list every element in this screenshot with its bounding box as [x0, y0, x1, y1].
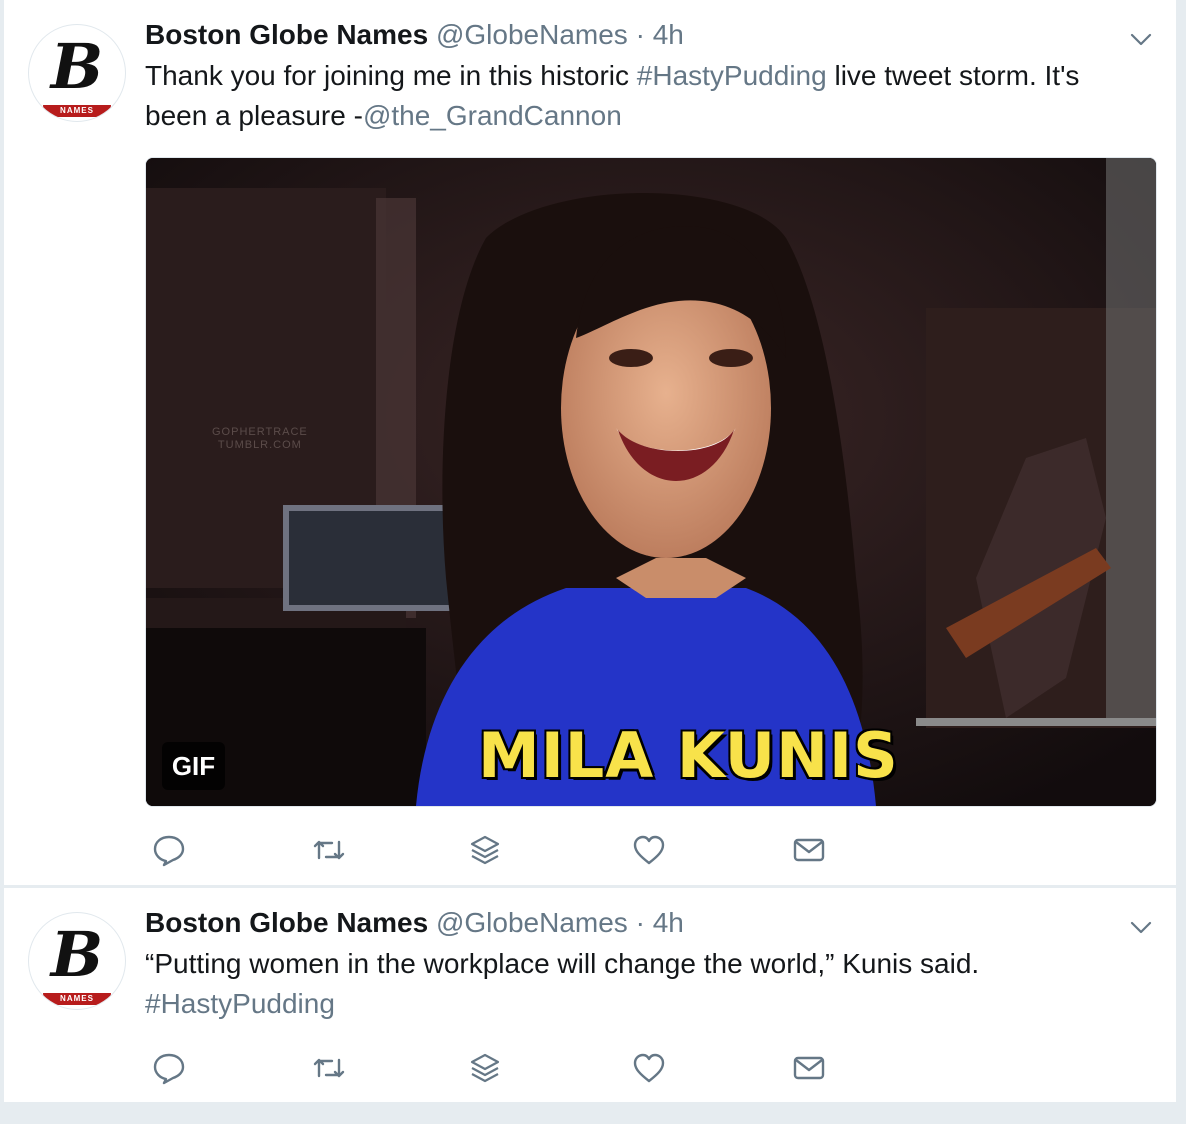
- gif-watermark: GOPHERTRACE TUMBLR.COM: [212, 426, 308, 452]
- globe-logo-glyph: B: [50, 30, 104, 103]
- message-icon[interactable]: [789, 830, 829, 870]
- timestamp[interactable]: 4h: [653, 19, 684, 50]
- hashtag-link[interactable]: #HastyPudding: [145, 984, 1145, 1024]
- tweet-header: Boston Globe Names @GlobeNames · 4h: [145, 906, 684, 940]
- tweet-actions: [145, 830, 845, 870]
- separator-dot: ·: [635, 907, 645, 938]
- tweet[interactable]: B NAMES Boston Globe Names @GlobeNames ·…: [4, 0, 1176, 885]
- avatar-badge: NAMES: [43, 993, 111, 1005]
- gif-badge: GIF: [162, 742, 225, 790]
- watermark-line: GOPHERTRACE: [212, 426, 308, 438]
- separator-dot: ·: [635, 19, 645, 50]
- gif-caption: MILA KUNIS: [478, 719, 899, 792]
- avatar[interactable]: B NAMES: [28, 24, 126, 122]
- timeline: B NAMES Boston Globe Names @GlobeNames ·…: [0, 0, 1180, 1124]
- stack-icon[interactable]: [465, 830, 505, 870]
- timestamp[interactable]: 4h: [653, 907, 684, 938]
- tweet-actions: [145, 1048, 845, 1088]
- tweet-text-part: “Putting women in the workplace will cha…: [145, 948, 980, 979]
- tweet-text-part: Thank you for joining me in this histori…: [145, 60, 637, 91]
- display-name[interactable]: Boston Globe Names: [145, 907, 428, 938]
- gif-frame-image: [146, 158, 1156, 806]
- reply-icon[interactable]: [149, 830, 189, 870]
- watermark-line: TUMBLR.COM: [217, 439, 302, 451]
- tweet-text: “Putting women in the workplace will cha…: [145, 944, 1145, 1024]
- globe-logo-glyph: B: [50, 918, 104, 991]
- hashtag-link[interactable]: #HastyPudding: [637, 60, 827, 91]
- like-icon[interactable]: [629, 1048, 669, 1088]
- avatar[interactable]: B NAMES: [28, 912, 126, 1010]
- tweet[interactable]: B NAMES Boston Globe Names @GlobeNames ·…: [4, 888, 1176, 1102]
- mention-link[interactable]: @the_GrandCannon: [363, 100, 622, 131]
- chevron-down-icon[interactable]: [1130, 28, 1152, 50]
- retweet-icon[interactable]: [309, 830, 349, 870]
- username[interactable]: @GlobeNames: [436, 19, 628, 50]
- like-icon[interactable]: [629, 830, 669, 870]
- tweet-header: Boston Globe Names @GlobeNames · 4h: [145, 18, 684, 52]
- avatar-badge: NAMES: [43, 105, 111, 117]
- reply-icon[interactable]: [149, 1048, 189, 1088]
- display-name[interactable]: Boston Globe Names: [145, 19, 428, 50]
- retweet-icon[interactable]: [309, 1048, 349, 1088]
- message-icon[interactable]: [789, 1048, 829, 1088]
- tweet-text: Thank you for joining me in this histori…: [145, 56, 1145, 136]
- chevron-down-icon[interactable]: [1130, 916, 1152, 938]
- stack-icon[interactable]: [465, 1048, 505, 1088]
- username[interactable]: @GlobeNames: [436, 907, 628, 938]
- gif-media[interactable]: GOPHERTRACE TUMBLR.COM MILA KUNIS GIF: [145, 157, 1157, 807]
